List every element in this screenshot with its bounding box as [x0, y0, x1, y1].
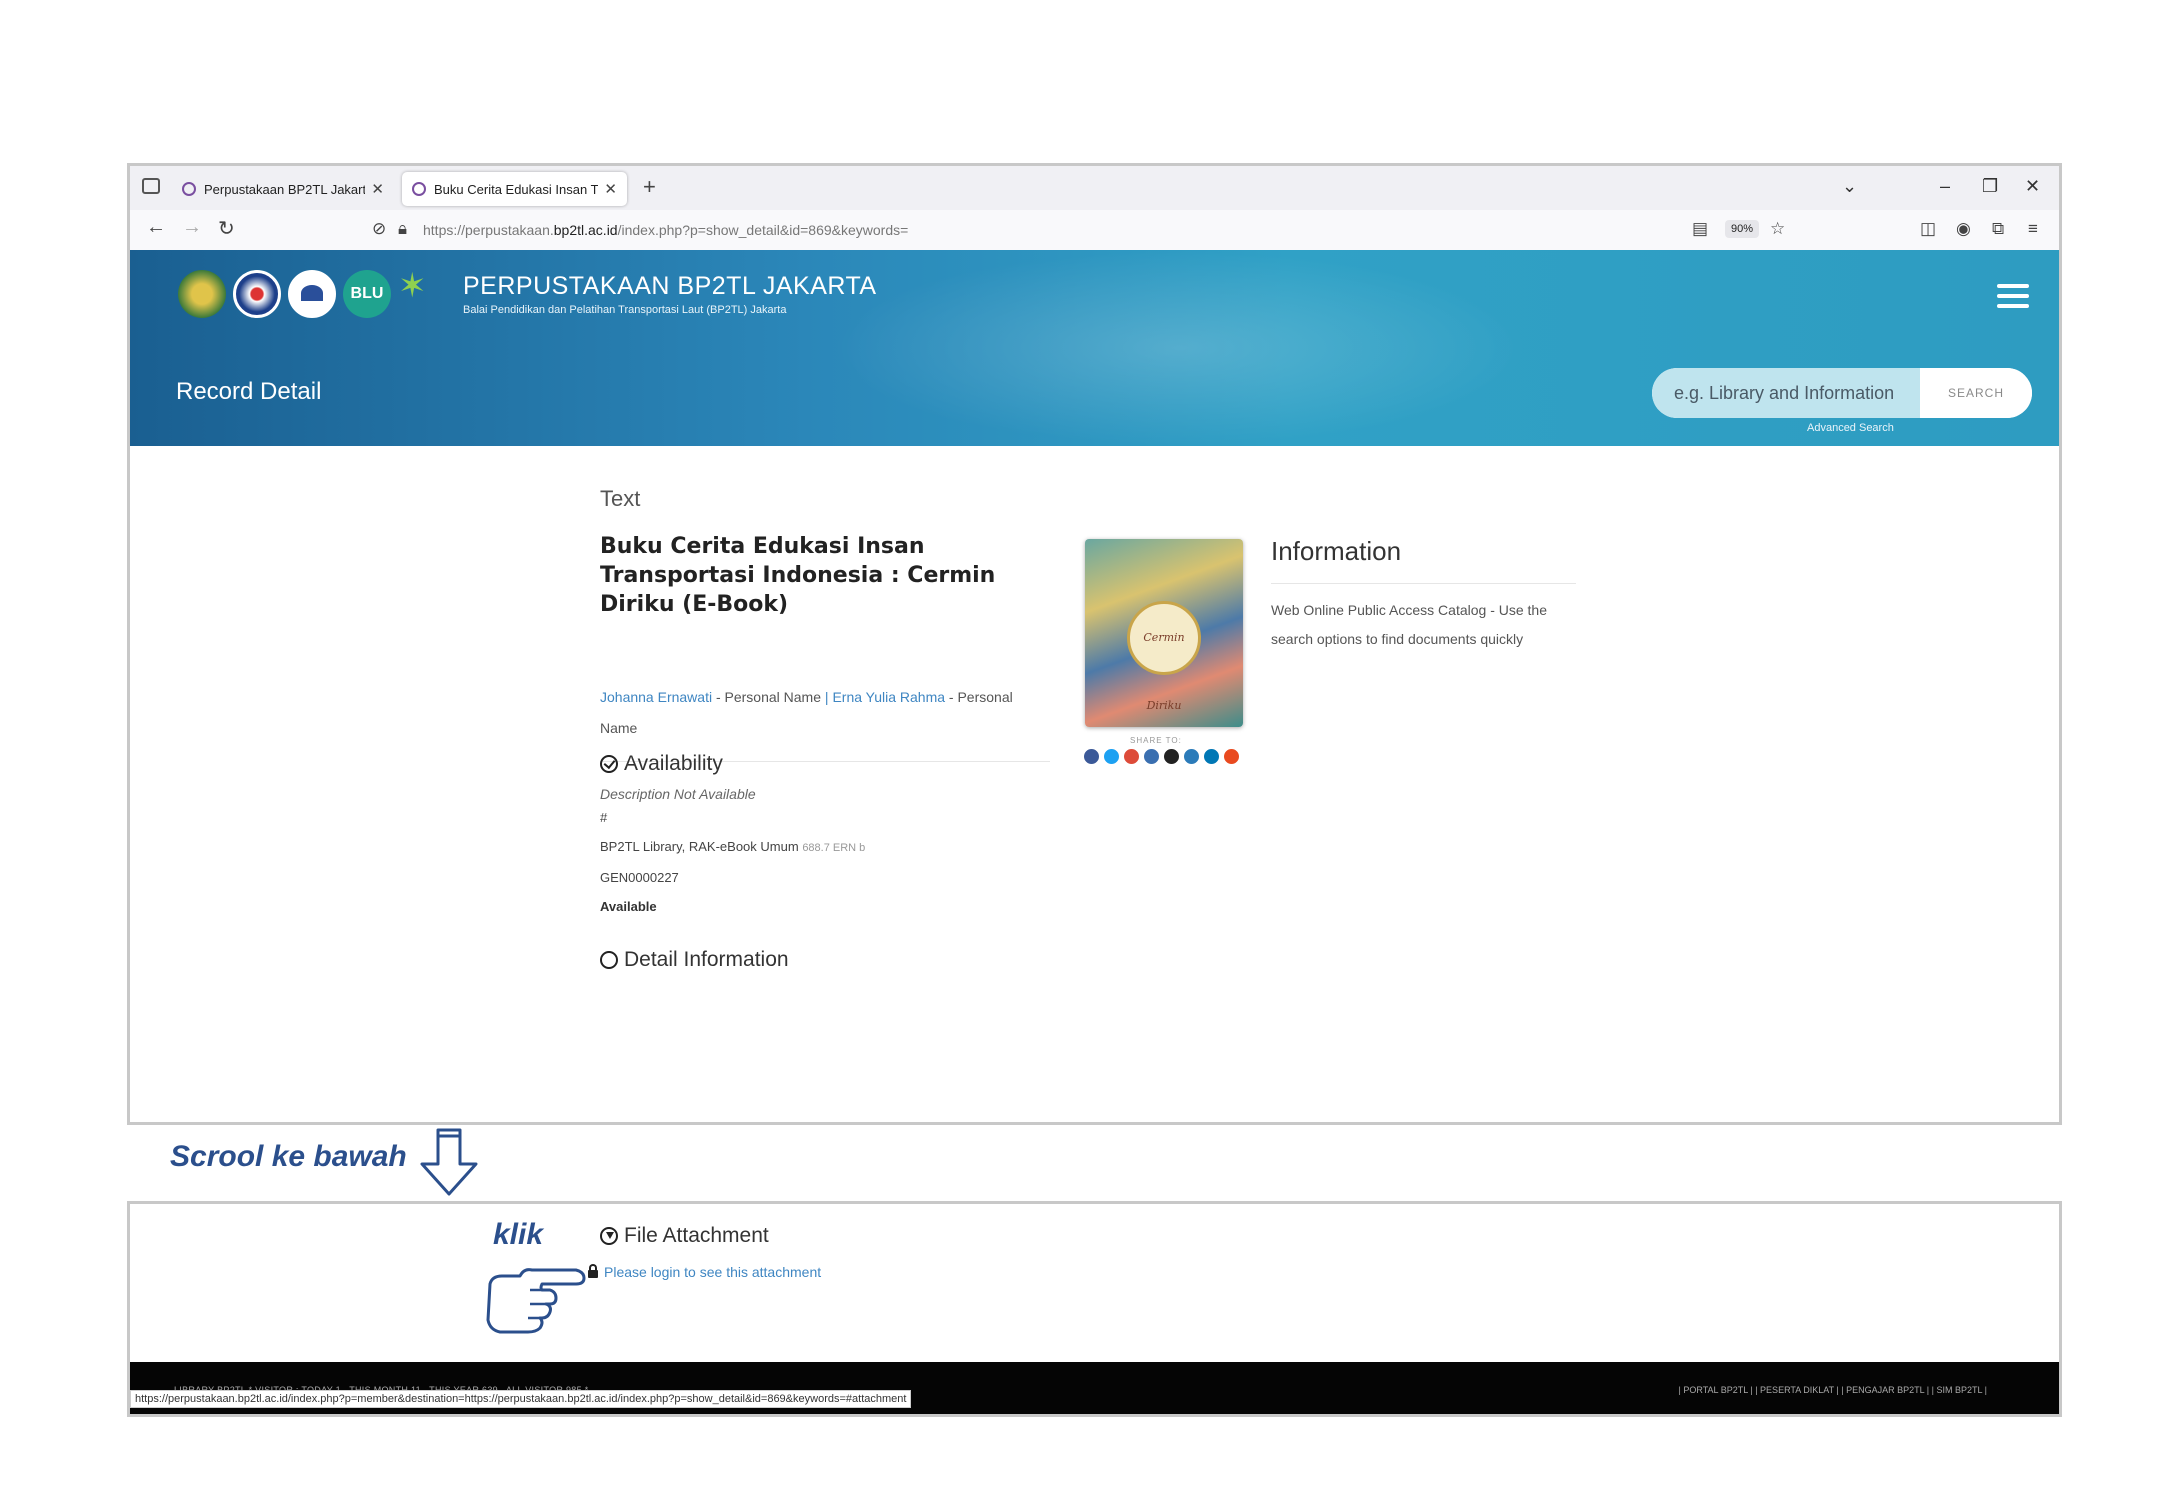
item-code: GEN0000227: [600, 870, 679, 885]
tab-label: Perpustakaan BP2TL Jakarta | Se: [204, 181, 365, 197]
browser-window-top: Perpustakaan BP2TL Jakarta | Se ✕ Buku C…: [127, 163, 2062, 1125]
footer-links[interactable]: | PORTAL BP2TL | | PESERTA DIKLAT | | PE…: [1679, 1385, 1987, 1395]
availability-heading-text: Availability: [624, 752, 723, 775]
lock-icon: [588, 1264, 598, 1278]
author-role: - Personal Name: [712, 689, 825, 705]
reddit-icon[interactable]: [1184, 749, 1199, 764]
close-tab-icon[interactable]: ✕: [371, 180, 384, 198]
search-button[interactable]: SEARCH: [1920, 368, 2032, 418]
availability-list: # BP2TL Library, RAK-eBook Umum 688.7 ER…: [600, 803, 865, 921]
detail-information-heading[interactable]: Detail Information: [600, 948, 789, 972]
site-subtitle: Balai Pendidikan dan Pelatihan Transport…: [463, 304, 787, 316]
book-title: Buku Cerita Edukasi Insan Transportasi I…: [600, 534, 996, 617]
circle-icon: [600, 951, 618, 969]
logo-ministry: [178, 270, 226, 318]
url-path: /index.php?p=show_detail&id=869&keywords…: [617, 222, 909, 238]
record-type: Text: [600, 486, 641, 511]
header-glow: [830, 250, 1530, 446]
url-domain: bp2tl.ac.id: [553, 222, 618, 238]
status-bar-url: https://perpustakaan.bp2tl.ac.id/index.p…: [130, 1390, 912, 1408]
extensions-icon[interactable]: ⧉: [1992, 219, 2004, 239]
linkedin-icon[interactable]: [1204, 749, 1219, 764]
classification: 688.7 ERN b: [802, 842, 866, 854]
navigation-bar: ← → ↻ ⊘ 🔒︎ https://perpustakaan.bp2tl.ac…: [130, 210, 2059, 251]
minimize-icon[interactable]: –: [1940, 176, 1950, 197]
authors: Johanna Ernawati - Personal Name | Erna …: [600, 682, 1050, 744]
location: BP2TL Library, RAK-eBook Umum: [600, 839, 799, 854]
tracking-protection-icon[interactable]: ⊘: [372, 219, 386, 239]
divider: [1271, 583, 1576, 584]
reader-view-icon[interactable]: ▤: [1692, 219, 1708, 239]
zoom-level[interactable]: 90%: [1725, 220, 1760, 238]
check-circle-icon: [600, 755, 618, 773]
availability-heading: Availability: [600, 752, 723, 776]
record-content: Text Buku Cerita Edukasi Insan Transport…: [130, 446, 2059, 1122]
tab-overflow-chevron-icon[interactable]: ⌄: [1842, 176, 1857, 197]
scroll-instruction: Scrool ke bawah: [170, 1140, 407, 1173]
logo-star-icon: ✶: [398, 267, 427, 305]
location-line: BP2TL Library, RAK-eBook Umum 688.7 ERN …: [600, 832, 865, 863]
browser-window-bottom: klik File Attachment Please login to see…: [127, 1201, 2062, 1417]
detail-information-heading-text: Detail Information: [624, 948, 789, 971]
forward-icon[interactable]: →: [182, 216, 202, 239]
page-title: Record Detail: [176, 378, 322, 405]
stumbleupon-icon[interactable]: [1224, 749, 1239, 764]
down-arrow-icon: [420, 1128, 478, 1196]
tab-library-home[interactable]: Perpustakaan BP2TL Jakarta | Se ✕: [172, 172, 394, 206]
account-icon[interactable]: ◉: [1956, 219, 1971, 239]
cover-title: Cermin Diriku: [1127, 601, 1201, 712]
tab-record-detail[interactable]: Buku Cerita Edukasi Insan Trans ✕: [402, 172, 627, 206]
tab-list-icon[interactable]: [142, 178, 160, 194]
share-icons: [1084, 749, 1239, 764]
share-label: SHARE TO:: [1130, 736, 1182, 745]
download-circle-icon: [600, 1227, 618, 1245]
new-tab-icon[interactable]: +: [643, 174, 656, 200]
file-attachment-heading-text: File Attachment: [624, 1224, 769, 1247]
globe-icon: [182, 182, 196, 196]
logo-training-center: [288, 270, 336, 318]
tab-label: Buku Cerita Edukasi Insan Trans: [434, 181, 599, 197]
click-instruction: klik: [493, 1218, 544, 1251]
login-attachment-link[interactable]: Please login to see this attachment: [588, 1264, 821, 1280]
advanced-search-link[interactable]: Advanced Search: [1807, 422, 1894, 434]
close-tab-icon[interactable]: ✕: [604, 180, 617, 198]
pocket-icon[interactable]: ◫: [1920, 219, 1936, 239]
site-title[interactable]: PERPUSTAKAAN BP2TL JAKARTA: [463, 272, 877, 301]
close-window-icon[interactable]: ✕: [2025, 176, 2040, 197]
tab-bar: Perpustakaan BP2TL Jakarta | Se ✕ Buku C…: [130, 166, 2059, 210]
book-cover-image: Cermin Diriku: [1085, 539, 1243, 727]
restore-icon[interactable]: ❐: [1982, 176, 1998, 197]
google-plus-icon[interactable]: [1124, 749, 1139, 764]
search-input[interactable]: [1652, 368, 1920, 418]
author-link[interactable]: Johanna Ernawati: [600, 689, 712, 705]
bookmark-star-icon[interactable]: ☆: [1770, 219, 1785, 239]
url-field[interactable]: https://perpustakaan.bp2tl.ac.id/index.p…: [423, 222, 908, 238]
information-text: Web Online Public Access Catalog - Use t…: [1271, 602, 1547, 647]
lock-icon[interactable]: 🔒︎: [398, 219, 407, 239]
back-icon[interactable]: ←: [146, 216, 166, 239]
twitter-icon[interactable]: [1104, 749, 1119, 764]
pointing-hand-icon: [486, 1268, 586, 1334]
reload-icon[interactable]: ↻: [218, 216, 235, 241]
information-title: Information: [1271, 536, 1402, 566]
delicious-icon[interactable]: [1164, 749, 1179, 764]
availability-status: Available: [600, 899, 657, 914]
file-attachment-heading: File Attachment: [600, 1224, 769, 1248]
url-prefix: https://perpustakaan.: [423, 222, 554, 238]
menu-icon[interactable]: ≡: [2028, 219, 2038, 239]
facebook-icon[interactable]: [1084, 749, 1099, 764]
logo-emblem: [233, 270, 281, 318]
logo-blu: BLU: [343, 270, 391, 318]
search-box: SEARCH: [1652, 368, 2032, 418]
author-link[interactable]: Erna Yulia Rahma: [832, 689, 945, 705]
site-header: BLU ✶ PERPUSTAKAAN BP2TL JAKARTA Balai P…: [130, 250, 2059, 446]
call-number: #: [600, 810, 608, 825]
description: Description Not Available: [600, 786, 756, 802]
globe-icon: [412, 182, 426, 196]
digg-icon[interactable]: [1144, 749, 1159, 764]
hamburger-menu-icon[interactable]: [1997, 284, 2029, 314]
login-attachment-text[interactable]: Please login to see this attachment: [604, 1264, 821, 1280]
